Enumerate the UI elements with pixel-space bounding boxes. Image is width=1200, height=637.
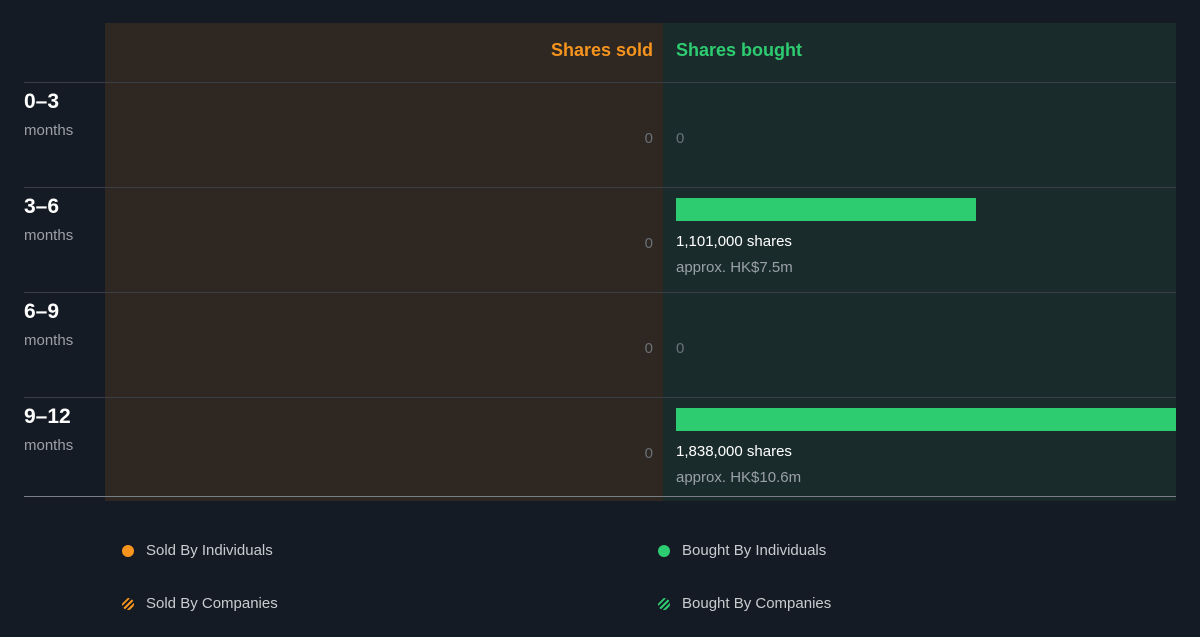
- period-unit: months: [24, 332, 74, 349]
- table-row: 9–12 months 0 1,838,000 shares approx. HK$10…: [0, 397, 1200, 502]
- period-unit: months: [24, 122, 74, 139]
- legend-bought-companies[interactable]: Bought By Companies: [658, 595, 831, 612]
- legend-sold-companies[interactable]: Sold By Companies: [122, 595, 278, 612]
- period-unit: months: [24, 227, 74, 244]
- bought-shares-label: 1,101,000 shares: [676, 233, 792, 250]
- legend-label: Sold By Individuals: [146, 542, 273, 559]
- legend-label: Bought By Individuals: [682, 542, 827, 559]
- legend-label: Sold By Companies: [146, 595, 278, 612]
- table-row: 6–9 months 0 0: [0, 292, 1200, 397]
- chart-baseline: [24, 496, 1176, 497]
- period-unit: months: [24, 437, 74, 454]
- bought-shares-label: 1,838,000 shares: [676, 443, 792, 460]
- bought-bar: [676, 198, 976, 221]
- sold-value: 0: [644, 235, 653, 252]
- legend-label: Bought By Companies: [682, 595, 832, 612]
- sold-value: 0: [644, 340, 653, 357]
- green-hatch-icon: [658, 597, 670, 610]
- bought-value: 0: [676, 340, 685, 357]
- bought-value: 0: [676, 130, 685, 147]
- table-row: 3–6 months 0 1,101,000 shares approx. HK$7.5…: [0, 187, 1200, 292]
- period-range: 0–3: [24, 90, 60, 113]
- sold-value: 0: [644, 130, 653, 147]
- legend-sold-individuals[interactable]: Sold By Individuals: [122, 542, 273, 559]
- period-range: 3–6: [24, 195, 60, 218]
- bought-approx-label: approx. HK$10.6m: [676, 469, 802, 486]
- shares-bought-header: Shares bought: [676, 40, 803, 60]
- orange-hatch-icon: [122, 597, 134, 610]
- bought-approx-label: approx. HK$7.5m: [676, 259, 793, 276]
- legend-bought-individuals[interactable]: Bought By Individuals: [658, 542, 826, 559]
- period-range: 6–9: [24, 300, 60, 323]
- table-row: 0–3 months 0 0: [0, 82, 1200, 187]
- shares-sold-header: Shares sold: [550, 40, 653, 60]
- sold-value: 0: [644, 445, 653, 462]
- orange-dot-icon: [122, 544, 134, 557]
- green-dot-icon: [658, 544, 670, 557]
- bought-bar: [676, 408, 1176, 431]
- period-range: 9–12: [24, 405, 71, 428]
